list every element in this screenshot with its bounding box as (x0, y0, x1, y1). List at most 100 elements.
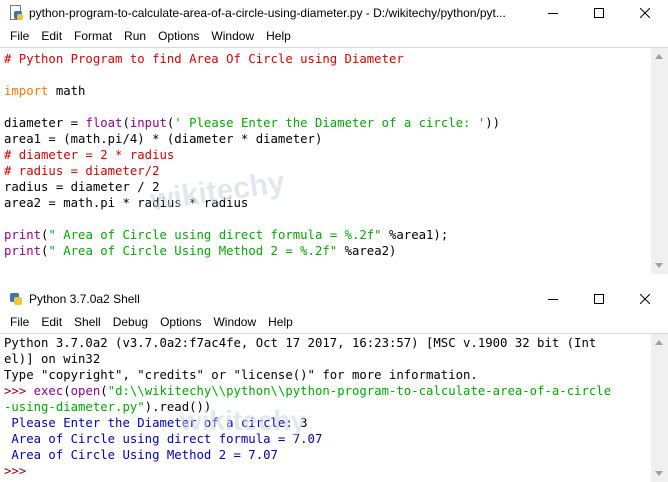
editor-text-area[interactable]: # Python Program to find Area Of Circle … (0, 47, 668, 274)
code-token: import (4, 84, 49, 98)
code-token: ( (122, 116, 130, 130)
maximize-icon (594, 8, 604, 18)
code-token: ( (63, 384, 71, 398)
scroll-down-icon[interactable] (655, 471, 663, 476)
code-line: area2 = math.pi * radius * radius (4, 195, 668, 211)
close-icon (640, 294, 650, 304)
code-token: exec (33, 384, 64, 398)
python-file-icon (9, 5, 23, 21)
watermark-logo: wikitechy (180, 405, 307, 436)
window-gap (0, 274, 668, 286)
code-token: print (4, 228, 42, 242)
shell-text-area[interactable]: Python 3.7.0a2 (v3.7.0a2:f7ac4fe, Oct 17… (0, 333, 668, 482)
shell-menu-debug[interactable]: Debug (107, 315, 154, 329)
shell-line: el)] on win32 (4, 351, 668, 367)
shell-menu-edit[interactable]: Edit (35, 315, 68, 329)
editor-menu-edit[interactable]: Edit (35, 29, 68, 43)
code-token: >>> (4, 384, 34, 398)
code-token: ( (100, 384, 108, 398)
shell-close-button[interactable] (622, 286, 668, 312)
shell-minimize-button[interactable] (530, 286, 576, 312)
shell-line: Type "copyright", "credits" or "license(… (4, 367, 668, 383)
code-token: diameter = (4, 116, 86, 130)
code-token: open (70, 384, 101, 398)
code-token: # diameter = 2 * radius (4, 148, 175, 162)
code-token: )) (485, 116, 501, 130)
code-token: -using-diameter.py" (4, 400, 145, 414)
shell-menu-shell[interactable]: Shell (68, 315, 107, 329)
code-token: %area2) (337, 244, 397, 258)
code-token: >>> (4, 464, 34, 478)
code-token: " Area of Circle Using Method 2 = %.2f" (48, 244, 338, 258)
shell-line: >>> exec(open("d:\\wikitechy\\python\\py… (4, 383, 668, 399)
editor-titlebar[interactable]: python-program-to-calculate-area-of-a-ci… (0, 0, 668, 26)
shell-menu-options[interactable]: Options (154, 315, 207, 329)
editor-menu-window[interactable]: Window (205, 29, 260, 43)
close-button[interactable] (622, 0, 668, 26)
editor-menubar: File Edit Format Run Options Window Help (0, 26, 668, 46)
code-token: area1 = (math.pi/4) * (diameter * diamet… (4, 132, 323, 146)
minimize-button[interactable] (530, 0, 576, 26)
code-token: %area1); (381, 228, 449, 242)
shell-line: >>> (4, 463, 668, 479)
shell-menu-file[interactable]: File (4, 315, 35, 329)
code-token: radius = diameter / 2 (4, 180, 160, 194)
code-token: Type "copyright", "credits" or "license(… (4, 368, 478, 382)
shell-scrollbar[interactable] (651, 334, 668, 482)
scroll-down-icon[interactable] (655, 263, 663, 268)
code-token: print (4, 244, 42, 258)
shell-line: Area of Circle Using Method 2 = 7.07 (4, 447, 668, 463)
editor-menu-file[interactable]: File (4, 29, 35, 43)
code-token: # radius = diameter/2 (4, 164, 160, 178)
shell-menubar: File Edit Shell Debug Options Window Help (0, 312, 668, 332)
minimize-icon (548, 299, 558, 300)
scroll-up-icon[interactable] (655, 340, 663, 345)
shell-line: Please Enter the Diameter of a circle: 3 (4, 415, 668, 431)
shell-line: -using-diameter.py").read()) (4, 399, 668, 415)
shell-line: Python 3.7.0a2 (v3.7.0a2:f7ac4fe, Oct 17… (4, 335, 668, 351)
code-token: "d:\\wikitechy\\python\\python-program-t… (107, 384, 612, 398)
code-line: radius = diameter / 2 (4, 179, 668, 195)
shell-output[interactable]: Python 3.7.0a2 (v3.7.0a2:f7ac4fe, Oct 17… (0, 334, 668, 479)
code-token: input (129, 116, 167, 130)
code-token: math (48, 84, 86, 98)
editor-menu-help[interactable]: Help (260, 29, 297, 43)
editor-menu-run[interactable]: Run (118, 29, 152, 43)
code-line: print(" Area of Circle using direct form… (4, 227, 668, 243)
shell-line: Area of Circle using direct formula = 7.… (4, 431, 668, 447)
maximize-button[interactable] (576, 0, 622, 26)
code-line: # radius = diameter/2 (4, 163, 668, 179)
code-line: diameter = float(input(' Please Enter th… (4, 115, 668, 131)
code-token: Python 3.7.0a2 (v3.7.0a2:f7ac4fe, Oct 17… (4, 336, 597, 350)
minimize-icon (548, 13, 558, 14)
code-token: # Python Program to find Area Of Circle … (4, 52, 404, 66)
code-line: # Python Program to find Area Of Circle … (4, 51, 668, 67)
code-editor[interactable]: # Python Program to find Area Of Circle … (0, 48, 668, 259)
code-line: print(" Area of Circle Using Method 2 = … (4, 243, 668, 259)
code-line: import math (4, 83, 668, 99)
editor-window: python-program-to-calculate-area-of-a-ci… (0, 0, 668, 274)
shell-menu-help[interactable]: Help (262, 315, 299, 329)
shell-maximize-button[interactable] (576, 286, 622, 312)
code-token: " Area of Circle using direct formula = … (48, 228, 382, 242)
shell-title: Python 3.7.0a2 Shell (29, 292, 140, 306)
code-line: # diameter = 2 * radius (4, 147, 668, 163)
code-token: float (85, 116, 123, 130)
code-token: el)] on win32 (4, 352, 101, 366)
editor-title: python-program-to-calculate-area-of-a-ci… (29, 6, 506, 20)
editor-menu-format[interactable]: Format (68, 29, 118, 43)
python-shell-icon (9, 291, 23, 307)
code-line: area1 = (math.pi/4) * (diameter * diamet… (4, 131, 668, 147)
code-token: ' Please Enter the Diameter of a circle:… (174, 116, 486, 130)
shell-window: Python 3.7.0a2 Shell File Edit Shell Debug O… (0, 286, 668, 482)
code-token: Area of Circle Using Method 2 = 7.07 (4, 448, 278, 462)
editor-menu-options[interactable]: Options (152, 29, 205, 43)
editor-scrollbar[interactable] (651, 48, 668, 274)
maximize-icon (594, 294, 604, 304)
shell-titlebar[interactable]: Python 3.7.0a2 Shell (0, 286, 668, 312)
shell-menu-window[interactable]: Window (207, 315, 262, 329)
close-icon (640, 8, 650, 18)
scroll-up-icon[interactable] (655, 54, 663, 59)
